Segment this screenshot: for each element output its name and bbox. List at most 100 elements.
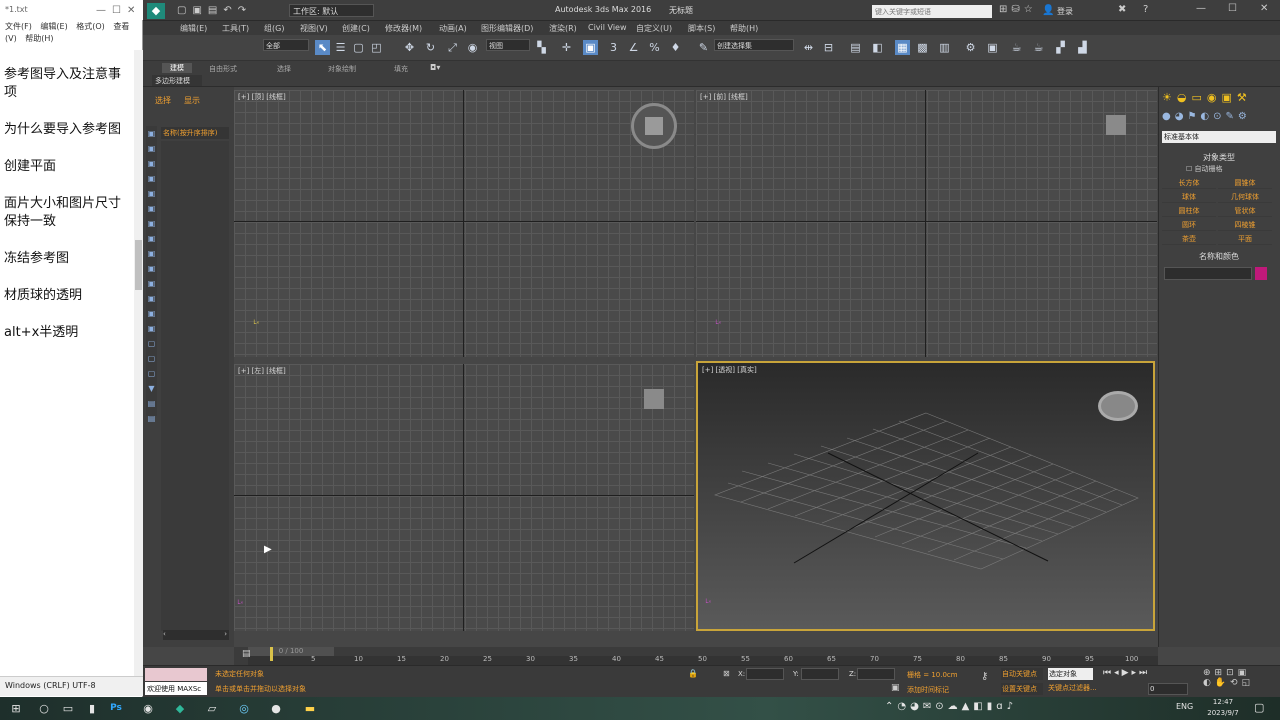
qq-icon[interactable]: ◉ — [138, 699, 158, 718]
render-active-icon[interactable]: ▞ — [1053, 40, 1068, 55]
render-frame-icon[interactable]: ▣ — [985, 40, 1000, 55]
clock[interactable]: 12:47 2023/9/7 — [1203, 697, 1243, 719]
time-tag-icon[interactable]: ▣ — [891, 683, 900, 693]
edit-named-sel-icon[interactable]: ✎ — [696, 40, 711, 55]
max-logo-icon[interactable]: ◆ — [147, 3, 165, 19]
viewcube-icon[interactable] — [645, 117, 663, 135]
maxscript-listener-pink[interactable] — [145, 668, 207, 681]
login-label[interactable]: 登录 — [1057, 6, 1073, 17]
sphere-button[interactable]: 球体 — [1162, 191, 1216, 203]
maximize-icon[interactable]: ☐ — [112, 5, 121, 16]
menu-modifiers[interactable]: 修改器(M) — [385, 23, 422, 34]
select-object-icon[interactable]: ⬉ — [315, 40, 330, 55]
z-coord-input[interactable] — [857, 668, 895, 680]
quick-access-icons[interactable]: ▢▣▤↶↷ — [177, 5, 252, 16]
render-icon[interactable]: ☕ — [1009, 40, 1024, 55]
abs-mode-icon[interactable]: ⊠ — [723, 669, 730, 678]
menu-animation[interactable]: 动画(A) — [439, 23, 467, 34]
file-explorer-icon[interactable]: ▮ — [82, 699, 102, 718]
category-select[interactable]: 标准基本体 — [1162, 131, 1276, 143]
angle-snap-icon[interactable]: ∠ — [626, 40, 641, 55]
menu-file[interactable]: 文件(F) — [5, 22, 32, 31]
set-key-button[interactable]: 设置关键点 — [1001, 683, 1043, 695]
place-icon[interactable]: ◉ — [465, 40, 480, 55]
maximize-icon[interactable]: ☐ — [1228, 3, 1237, 14]
input-language[interactable]: ENG — [1176, 702, 1193, 711]
workspace-select[interactable]: 工作区: 默认 — [289, 4, 374, 17]
mini-curve-icon[interactable]: ▤ — [242, 649, 251, 659]
menu-edit[interactable]: 编辑(E) — [40, 22, 67, 31]
keyboard-shortcut-icon[interactable]: ▣ — [583, 40, 598, 55]
photoshop-icon[interactable]: Ps — [106, 699, 126, 718]
ribbon-options-icon[interactable]: ◘▾ — [430, 63, 440, 72]
teapot-button[interactable]: 茶壶 — [1162, 233, 1216, 245]
render-setup-icon[interactable]: ⚙ — [963, 40, 978, 55]
align-icon[interactable]: ⊟ — [821, 40, 836, 55]
notifications-icon[interactable]: ▢ — [1254, 701, 1264, 714]
selected-object-select[interactable]: 选定对象 — [1048, 668, 1093, 680]
command-panel-tabs[interactable]: ☀◒▭◉▣⚒ — [1162, 91, 1252, 104]
viewcube-icon[interactable] — [1098, 391, 1138, 421]
viewport-perspective[interactable]: [+] [透视] [真实] └ˣ — [696, 361, 1155, 631]
menu-edit[interactable]: 编辑(E) — [180, 23, 207, 34]
object-name-input[interactable] — [1164, 267, 1252, 280]
notepad-text-area[interactable]: 参考图导入及注意事项 为什么要导入参考图 创建平面 面片大小和图片尺寸保持一致 … — [4, 66, 129, 361]
3dsmax-icon[interactable]: ◆ — [170, 699, 190, 718]
search-input[interactable]: 键入关键字或短语 — [872, 5, 992, 18]
close-icon[interactable]: ✕ — [127, 5, 135, 16]
cylinder-button[interactable]: 圆柱体 — [1162, 205, 1216, 217]
minimize-icon[interactable]: — — [1196, 3, 1206, 14]
percent-snap-icon[interactable]: % — [647, 40, 662, 55]
current-frame-input[interactable]: 0 — [1148, 683, 1188, 695]
time-cursor[interactable] — [270, 647, 273, 661]
selection-filter-select[interactable]: 全部 — [263, 39, 309, 51]
viewcube-icon[interactable] — [1106, 115, 1126, 135]
menu-group[interactable]: 组(G) — [264, 23, 284, 34]
viewport-left[interactable]: [+] [左] [线框] ▶ └ˣ — [234, 364, 694, 631]
ribbon-polygon-modeling[interactable]: 多边形建模 — [152, 75, 202, 86]
spinner-snap-icon[interactable]: ♦ — [668, 40, 683, 55]
user-icon[interactable]: 👤 — [1042, 5, 1054, 16]
schematic-icon[interactable]: ▩ — [915, 40, 930, 55]
render-iter-icon[interactable]: ☕ — [1031, 40, 1046, 55]
start-icon[interactable]: ⊞ — [6, 699, 26, 718]
ribbon-tab-selection[interactable]: 选择 — [277, 64, 291, 74]
tube-button[interactable]: 管状体 — [1218, 205, 1272, 217]
scale-icon[interactable]: ⤢ — [445, 40, 460, 55]
cone-button[interactable]: 圆锥体 — [1218, 177, 1272, 189]
menu-tools[interactable]: 工具(T) — [222, 23, 249, 34]
scene-tab-select[interactable]: 选择 — [155, 95, 171, 106]
menu-customize[interactable]: 自定义(U) — [636, 23, 672, 34]
key-filters-button[interactable]: 关键点过滤器... — [1048, 683, 1097, 693]
viewcube-ring[interactable] — [631, 103, 677, 149]
viewport-front[interactable]: [+] [前] [线框] └ˣ — [696, 90, 1157, 357]
task-view-icon[interactable]: ▭ — [58, 699, 78, 718]
material-editor-icon[interactable]: ▥ — [937, 40, 952, 55]
viewport-label[interactable]: [+] [左] [线框] — [238, 366, 286, 376]
menu-format[interactable]: 格式(O) — [76, 22, 105, 31]
manipulate-icon[interactable]: ✛ — [559, 40, 574, 55]
folder-icon[interactable]: ▬ — [300, 699, 320, 718]
graphite-icon[interactable]: ◧ — [870, 40, 885, 55]
autogrid-checkbox[interactable]: ☐ 自动栅格 — [1186, 164, 1223, 174]
key-icon[interactable]: ⚷ — [981, 671, 988, 682]
help-circle-icon[interactable]: ? — [1143, 4, 1148, 15]
menu-create[interactable]: 创建(C) — [342, 23, 370, 34]
menu-help[interactable]: 帮助(H) — [730, 23, 758, 34]
torus-button[interactable]: 圆环 — [1162, 219, 1216, 231]
y-coord-input[interactable] — [801, 668, 839, 680]
menu-rendering[interactable]: 渲染(R) — [549, 23, 577, 34]
menu-graph-editors[interactable]: 图形编辑器(D) — [481, 23, 533, 34]
help-icons[interactable]: ⊞⛁☆ — [999, 4, 1037, 15]
auto-key-button[interactable]: 自动关键点 — [1001, 668, 1043, 680]
ref-coord-select[interactable]: 视图 — [486, 39, 530, 51]
notes-icon[interactable]: ▱ — [202, 699, 222, 718]
create-category-icons[interactable]: ●◕⚑◐⊙✎⚙ — [1162, 111, 1251, 122]
ribbon-tab-object-paint[interactable]: 对象绘制 — [328, 64, 356, 74]
viewport-top[interactable]: [+] [顶] [线框] └ˣ — [234, 90, 694, 357]
selection-set-select[interactable]: 创建选择集 — [714, 39, 794, 51]
menu-civil-view[interactable]: Civil View — [588, 23, 627, 32]
select-by-name-icon[interactable]: ☰ — [333, 40, 348, 55]
scene-list[interactable] — [161, 141, 229, 631]
rollout-object-type[interactable]: 对象类型 — [1162, 152, 1276, 164]
